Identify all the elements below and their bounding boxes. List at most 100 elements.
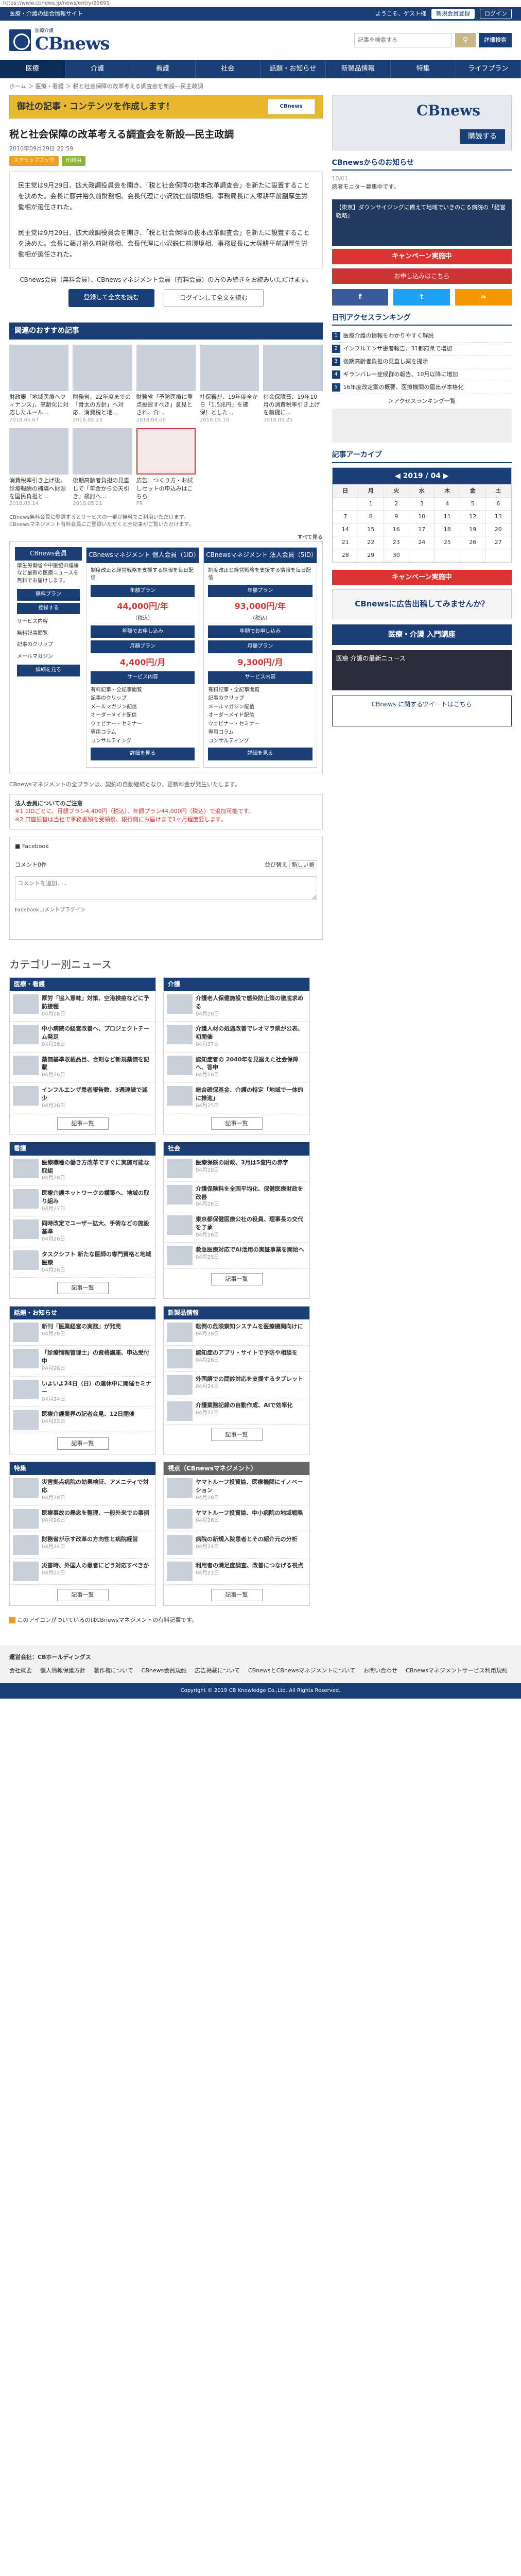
see-all-link[interactable]: すべて見る [9, 534, 323, 542]
recommend-card[interactable]: 消費税率引き上げ後、診療報酬の補填へ財源を国民負担と... 2018.05.14 [9, 428, 69, 508]
nav-item-society[interactable]: 社会 [196, 60, 260, 78]
more-button[interactable]: 記事一覧 [57, 1437, 109, 1450]
login-read-button[interactable]: ログインして全文を読む [164, 289, 264, 308]
more-button[interactable]: 記事一覧 [57, 1588, 109, 1601]
list-item[interactable]: 転倒の危険察知システムを医療機関向けに 04月28日 [164, 1319, 309, 1346]
list-item[interactable]: ヤマトルーフ投資論、医療機関にイノベーション 04月28日 [164, 1475, 309, 1506]
calendar-day[interactable]: 3 [409, 497, 435, 511]
recommend-card[interactable]: 後期高齢者負担の見直しで「年金からの天引き」検討へ... 2018.05.21 [73, 428, 132, 508]
list-item[interactable]: 利用者の満足度調査、改善につなげる視点 04月22日 [164, 1558, 309, 1585]
footer-link[interactable]: 広告掲載について [195, 1667, 240, 1675]
more-button[interactable]: 記事一覧 [57, 1117, 109, 1130]
calendar-day[interactable]: 30 [383, 548, 410, 562]
plan-detail-button[interactable]: 詳細を見る [91, 748, 195, 760]
calendar-day[interactable]: 28 [332, 548, 359, 562]
list-item[interactable]: 新刊「医業経営の実務」が発売 04月28日 [10, 1319, 155, 1346]
plan-detail-button[interactable]: 詳細を見る [208, 748, 312, 760]
list-item[interactable]: 認知症のアプリ・サイトで予防や相談を 04月26日 [164, 1346, 309, 1372]
list-item[interactable]: 病院の新規入院患者とその紹介元の分析 04月24日 [164, 1532, 309, 1558]
calendar-day[interactable]: 7 [332, 510, 359, 523]
plan-buy-button[interactable]: 年額でお申し込み [91, 625, 195, 638]
list-item[interactable]: 東京都保健医療公社の役員、理事長の交代を了承 04月26日 [164, 1212, 309, 1243]
calendar-day[interactable]: 25 [434, 535, 460, 549]
category-box-heading[interactable]: 社会 [164, 1142, 309, 1156]
list-item[interactable]: 薬価基準収載品目、合剤など新規薬価を記載 04月26日 [10, 1053, 155, 1083]
calendar-day[interactable]: 9 [383, 510, 410, 523]
free-detail-button[interactable]: 詳細を見る [17, 665, 80, 676]
ad-card[interactable]: 広告：つくり方・お試しセットの申込みはこちら PR [136, 428, 196, 508]
plan-buy-button[interactable]: 年額でお申し込み [208, 625, 312, 638]
calendar-day[interactable]: 29 [358, 548, 384, 562]
calendar-day[interactable]: 27 [485, 535, 511, 549]
list-item[interactable]: 医療介護ネットワークの構築へ、地域の取り組み 04月27日 [10, 1186, 155, 1217]
ad-inquiry-banner[interactable]: CBnewsに広告出稿してみませんか？ [332, 589, 512, 619]
course-banner[interactable]: 医療・介護 入門講座 [332, 624, 512, 645]
category-box-heading[interactable]: 視点（CBnewsマネジメント） [164, 1462, 309, 1476]
more-button[interactable]: 記事一覧 [211, 1588, 263, 1601]
calendar-day[interactable]: 20 [485, 522, 511, 536]
list-item[interactable]: 外国語での問診対応を支援するタブレット 04月24日 [164, 1372, 309, 1399]
list-item[interactable]: 中小病院の経営改善へ、プロジェクトチーム発足 04月26日 [10, 1022, 155, 1053]
sort-select[interactable]: 新しい順 [289, 860, 317, 870]
calendar-day[interactable]: 13 [485, 510, 511, 523]
category-box-heading[interactable]: 話題・お知らせ [10, 1307, 155, 1320]
register-read-button[interactable]: 登録して全文を読む [68, 289, 155, 308]
subscribe-button[interactable]: 購読する [460, 129, 505, 144]
list-item[interactable]: 救急医療対応でAI活用の実証事業を開始へ 04月25日 [164, 1243, 309, 1269]
category-box-heading[interactable]: 看護 [10, 1142, 155, 1156]
recommend-card[interactable]: 財務省、22年度までの「骨太の方針」へ対応、消費税と地... 2018.05.23 [73, 344, 132, 425]
calendar-day[interactable]: 10 [409, 510, 435, 523]
calendar-day[interactable]: 22 [358, 535, 384, 549]
list-item[interactable]: 財務省が示す改革の方向性と病院経営 04月24日 [10, 1532, 155, 1558]
seminar-banner[interactable]: 【東京】ダウンサイジングに備えて地域でいきのこる病院の「経営戦略」 [332, 199, 512, 246]
list-item[interactable]: 厚労「協入意味」対策、空港検疫などに予防接種 04月28日 [10, 991, 155, 1022]
content-banner[interactable]: 御社の記事・コンテンツを作成します！ CBnews [9, 94, 323, 118]
calendar-day[interactable]: 23 [383, 535, 410, 549]
list-item[interactable]: 災害時、外国人の患者にどう対応すべきか 04月22日 [10, 1558, 155, 1585]
nav-item-products[interactable]: 新製品情報 [326, 60, 391, 78]
nav-item-nursing[interactable]: 看護 [130, 60, 196, 78]
list-item[interactable]: 災害拠点病院の効果検証、アメニティで対応 04月28日 [10, 1475, 155, 1506]
dark-ad-banner[interactable]: 医療 介護の最新ニュース [332, 650, 512, 690]
calendar-day[interactable]: 2 [383, 497, 410, 511]
info-link[interactable]: 読者モニター募集中です。 [332, 183, 512, 191]
footer-link[interactable]: CBnews会員規約 [142, 1667, 187, 1675]
campaign-banner[interactable]: キャンペーン実施中 [332, 569, 512, 585]
footer-link[interactable]: お問い合わせ [363, 1667, 397, 1675]
apply-banner[interactable]: お申し込みはこちら [332, 268, 512, 284]
list-item[interactable]: 同時改定でユーザー拡大、手術などの施設基準 04月26日 [10, 1216, 155, 1247]
calendar-day[interactable]: 24 [409, 535, 435, 549]
calendar-day[interactable]: 14 [332, 522, 359, 536]
footer-link[interactable]: 会社概要 [9, 1667, 32, 1675]
list-item[interactable]: 介護老人保健施設で感染防止策の徹底求める 04月28日 [164, 991, 309, 1022]
list-item[interactable]: 介護業務記録の自動作成、AIで効率化 04月22日 [164, 1398, 309, 1425]
ranking-more-link[interactable]: ＞アクセスランキング一覧 [332, 397, 512, 405]
nav-item-lifeplan[interactable]: ライフプラン [456, 60, 521, 78]
category-box-heading[interactable]: 介護 [164, 978, 309, 991]
register-button[interactable]: 新規会員登録 [431, 9, 475, 19]
twitter-icon[interactable]: t [393, 289, 450, 306]
calendar-day[interactable]: 4 [434, 497, 460, 511]
more-button[interactable]: 記事一覧 [57, 1282, 109, 1295]
ranking-item[interactable]: 3 後期高齢者負担の見直し案を提示 [332, 355, 512, 369]
nav-item-feature[interactable]: 特集 [391, 60, 456, 78]
category-box-heading[interactable]: 新製品情報 [164, 1307, 309, 1320]
search-input[interactable] [354, 33, 452, 47]
calendar-day[interactable]: 5 [459, 497, 486, 511]
list-item[interactable]: インフルエンザ患者報告数、3週連続で減少 04月26日 [10, 1083, 155, 1114]
list-item[interactable]: いよいよ24日（日）の連休中に開催セミナー 04月24日 [10, 1377, 155, 1408]
list-item[interactable]: 総合確保基金、介護の特定「地域で一体的に推進」 04月25日 [164, 1083, 309, 1114]
calendar-day[interactable] [332, 497, 359, 511]
calendar-day[interactable]: 6 [485, 497, 511, 511]
list-item[interactable]: 「診療情報管理士」の資格講座、申込受付中 04月26日 [10, 1346, 155, 1377]
calendar-day[interactable]: 1 [358, 497, 384, 511]
list-item[interactable]: ヤマトルーフ投資論、中小病院の地域戦略 04月26日 [164, 1506, 309, 1532]
list-item[interactable]: 介護人材の処遇改善でレオマラ県が公表、初開催 04月27日 [164, 1022, 309, 1053]
calendar-day[interactable]: 17 [409, 522, 435, 536]
category-box-heading[interactable]: 特集 [10, 1462, 155, 1476]
nav-item-care[interactable]: 介護 [65, 60, 130, 78]
campaign-banner[interactable]: キャンペーン実施中 [332, 249, 512, 265]
calendar-day[interactable]: 12 [459, 510, 486, 523]
calendar-day[interactable]: 16 [383, 522, 410, 536]
comment-input[interactable] [15, 876, 317, 901]
